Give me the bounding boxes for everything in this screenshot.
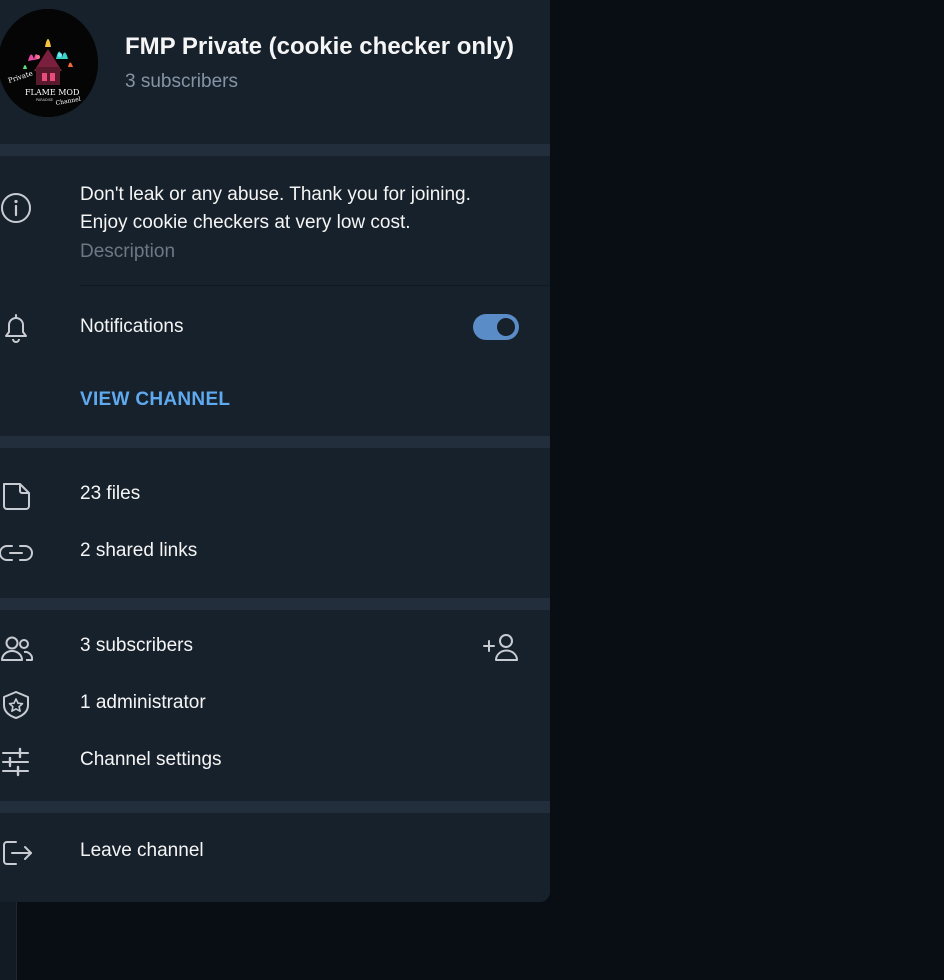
notifications-label: Notifications xyxy=(80,316,184,337)
subscribers-row[interactable]: 3 subscribers xyxy=(0,618,550,675)
avatar-text-paradise: PARADISE xyxy=(36,98,53,102)
administrators-label: 1 administrator xyxy=(80,692,206,713)
management-section: 3 subscribers 1 administrator Channel se… xyxy=(0,610,550,801)
about-section: Don't leak or any abuse. Thank you for j… xyxy=(0,156,550,436)
toggle-knob xyxy=(495,316,517,338)
channel-subscriber-count: 3 subscribers xyxy=(125,71,238,92)
shared-links-count: 2 shared links xyxy=(80,540,198,561)
channel-avatar[interactable]: Private FLAME MOD PARADISE Channel xyxy=(0,9,98,117)
flame-mod-channel-logo-icon: Private FLAME MOD PARADISE Channel xyxy=(0,9,98,117)
section-divider xyxy=(0,598,550,610)
leave-channel-label: Leave channel xyxy=(80,840,204,861)
administrators-row[interactable]: 1 administrator xyxy=(0,675,550,732)
description-caption: Description xyxy=(80,241,176,262)
about-separator xyxy=(79,285,550,286)
files-count: 23 files xyxy=(80,483,141,504)
avatar-text-flame-mod: FLAME MOD xyxy=(25,88,79,97)
notifications-toggle[interactable] xyxy=(473,314,519,340)
view-channel-button[interactable]: VIEW CHANNEL xyxy=(80,389,230,411)
files-row[interactable]: 23 files xyxy=(0,466,550,523)
file-icon xyxy=(0,481,34,510)
channel-header: Private FLAME MOD PARADISE Channel FMP P… xyxy=(0,0,550,144)
leave-section: Leave channel xyxy=(0,813,550,902)
info-icon xyxy=(0,192,34,226)
subscribers-label: 3 subscribers xyxy=(80,635,193,656)
section-divider xyxy=(0,436,550,448)
channel-title: FMP Private (cookie checker only) xyxy=(125,33,515,60)
media-section: 23 files 2 shared links xyxy=(0,448,550,598)
shared-links-row[interactable]: 2 shared links xyxy=(0,523,550,580)
users-icon xyxy=(0,633,34,661)
channel-settings-label: Channel settings xyxy=(80,749,222,770)
link-icon xyxy=(0,538,34,566)
channel-info-panel: Private FLAME MOD PARADISE Channel FMP P… xyxy=(0,0,550,902)
bell-icon xyxy=(0,314,34,343)
channel-settings-row[interactable]: Channel settings xyxy=(0,732,550,789)
shield-star-icon xyxy=(0,690,34,719)
section-divider xyxy=(0,144,550,156)
exit-icon xyxy=(0,838,34,866)
section-divider xyxy=(0,801,550,813)
sliders-icon xyxy=(0,747,34,777)
leave-channel-row[interactable]: Leave channel xyxy=(0,823,550,880)
notifications-row[interactable]: Notifications xyxy=(0,299,550,356)
add-user-icon[interactable] xyxy=(482,632,520,662)
channel-description: Don't leak or any abuse. Thank you for j… xyxy=(80,184,471,233)
